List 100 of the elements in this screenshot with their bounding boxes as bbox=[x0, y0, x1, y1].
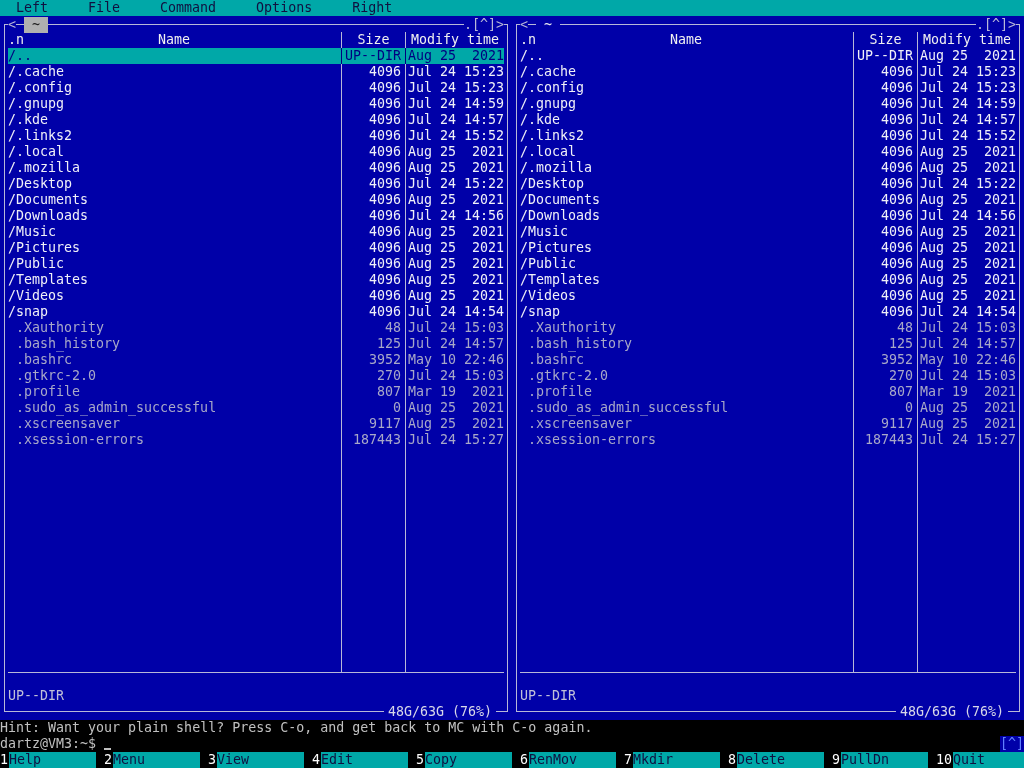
folder-name[interactable]: /.links2 bbox=[8, 128, 341, 144]
file-size: 4096 bbox=[853, 240, 917, 256]
file-name[interactable]: .xsession-errors bbox=[8, 432, 341, 448]
file-size: 4096 bbox=[853, 192, 917, 208]
file-name[interactable]: .xscreensaver bbox=[8, 416, 341, 432]
menu-item[interactable]: Command bbox=[152, 0, 225, 16]
modify-time: May 10 22:46 bbox=[405, 352, 504, 368]
folder-name[interactable]: /Videos bbox=[8, 288, 341, 304]
folder-name[interactable]: /.gnupg bbox=[8, 96, 341, 112]
folder-name[interactable]: /Music bbox=[520, 224, 853, 240]
selected-row[interactable]: /.. UP--DIR Aug 25 2021 bbox=[8, 48, 504, 64]
file-size: 4096 bbox=[853, 256, 917, 272]
folder-name[interactable]: /Documents bbox=[520, 192, 853, 208]
folder-name[interactable]: /.local bbox=[520, 144, 853, 160]
folder-name[interactable]: /.local bbox=[8, 144, 341, 160]
disk-usage: 48G/63G (76%) bbox=[895, 704, 1008, 720]
file-name[interactable]: .sudo_as_admin_successful bbox=[520, 400, 853, 416]
file-size: 4096 bbox=[853, 160, 917, 176]
folder-name[interactable]: /.config bbox=[8, 80, 341, 96]
folder-name[interactable]: /.. bbox=[8, 48, 341, 64]
folder-name[interactable]: /Public bbox=[520, 256, 853, 272]
file-name[interactable]: .profile bbox=[8, 384, 341, 400]
column-header[interactable]: Name bbox=[158, 32, 191, 48]
folder-name[interactable]: /Pictures bbox=[8, 240, 341, 256]
modify-time: Jul 24 15:03 bbox=[405, 368, 504, 384]
file-name[interactable]: .xscreensaver bbox=[520, 416, 853, 432]
file-name[interactable]: .xsession-errors bbox=[520, 432, 853, 448]
file-size: 4096 bbox=[341, 288, 405, 304]
modify-time: Aug 25 2021 bbox=[405, 224, 504, 240]
file-size: 270 bbox=[341, 368, 405, 384]
file-size: 4096 bbox=[853, 80, 917, 96]
folder-name[interactable]: /snap bbox=[8, 304, 341, 320]
file-size: 4096 bbox=[853, 128, 917, 144]
folder-name[interactable]: /Videos bbox=[520, 288, 853, 304]
modify-time: Jul 24 14:57 bbox=[405, 336, 504, 352]
file-size: 4096 bbox=[341, 112, 405, 128]
function-key[interactable]: 10Quit bbox=[936, 752, 1024, 768]
modify-time: Jul 24 14:57 bbox=[405, 112, 504, 128]
modify-time: Aug 25 2021 bbox=[917, 160, 1016, 176]
column-header[interactable]: Modify time bbox=[922, 32, 1012, 47]
panel-path: ~ bbox=[24, 17, 48, 33]
folder-name[interactable]: /Desktop bbox=[8, 176, 341, 192]
file-name[interactable]: .bash_history bbox=[520, 336, 853, 352]
folder-name[interactable]: /.mozilla bbox=[8, 160, 341, 176]
folder-name[interactable]: /snap bbox=[520, 304, 853, 320]
column-header[interactable]: Size bbox=[357, 32, 390, 47]
folder-name[interactable]: /Downloads bbox=[520, 208, 853, 224]
file-name[interactable]: .gtkrc-2.0 bbox=[8, 368, 341, 384]
menu-item[interactable]: Right bbox=[344, 0, 401, 16]
sort-indicator[interactable]: .n bbox=[520, 32, 536, 48]
folder-name[interactable]: /Templates bbox=[520, 272, 853, 288]
file-name[interactable]: .bashrc bbox=[520, 352, 853, 368]
folder-name[interactable]: /Pictures bbox=[520, 240, 853, 256]
menu-item[interactable]: Options bbox=[248, 0, 321, 16]
folder-name[interactable]: /.kde bbox=[8, 112, 341, 128]
file-name[interactable]: .bash_history bbox=[8, 336, 341, 352]
folder-name[interactable]: /.cache bbox=[520, 64, 853, 80]
modify-time: Jul 24 15:22 bbox=[917, 176, 1016, 192]
subshell-indicator[interactable]: [^] bbox=[999, 736, 1024, 752]
folder-name[interactable]: /.mozilla bbox=[520, 160, 853, 176]
modify-time: Jul 24 15:27 bbox=[405, 432, 504, 448]
modify-time: Aug 25 2021 bbox=[405, 48, 504, 64]
file-size: 4096 bbox=[341, 272, 405, 288]
folder-name[interactable]: /Documents bbox=[8, 192, 341, 208]
folder-name[interactable]: /.config bbox=[520, 80, 853, 96]
history-right-button[interactable]: .[^]> bbox=[463, 17, 504, 33]
file-name[interactable]: .Xauthority bbox=[8, 320, 341, 336]
modify-time: Aug 25 2021 bbox=[405, 144, 504, 160]
folder-name[interactable]: /Downloads bbox=[8, 208, 341, 224]
folder-name[interactable]: /Templates bbox=[8, 272, 341, 288]
folder-name[interactable]: /.links2 bbox=[520, 128, 853, 144]
folder-name[interactable]: /.kde bbox=[520, 112, 853, 128]
column-header[interactable]: Name bbox=[670, 32, 703, 48]
file-size: 4096 bbox=[853, 176, 917, 192]
file-size: 4096 bbox=[341, 240, 405, 256]
column-header[interactable]: Modify time bbox=[410, 32, 500, 47]
file-name[interactable]: .profile bbox=[520, 384, 853, 400]
modify-time: Aug 25 2021 bbox=[405, 416, 504, 432]
file-name[interactable]: .gtkrc-2.0 bbox=[520, 368, 853, 384]
modify-time: Jul 24 15:27 bbox=[917, 432, 1016, 448]
file-size: 807 bbox=[341, 384, 405, 400]
file-name[interactable]: .Xauthority bbox=[520, 320, 853, 336]
history-right-button[interactable]: .[^]> bbox=[975, 17, 1016, 33]
column-header[interactable]: Size bbox=[869, 32, 902, 47]
folder-name[interactable]: /Public bbox=[8, 256, 341, 272]
modify-time: Jul 24 14:54 bbox=[405, 304, 504, 320]
file-name[interactable]: .sudo_as_admin_successful bbox=[8, 400, 341, 416]
folder-name[interactable]: /.gnupg bbox=[520, 96, 853, 112]
modify-time: Jul 24 14:59 bbox=[917, 96, 1016, 112]
file-size: 4096 bbox=[341, 160, 405, 176]
folder-name[interactable]: /.. bbox=[520, 48, 853, 64]
folder-name[interactable]: /Music bbox=[8, 224, 341, 240]
folder-name[interactable]: /.cache bbox=[8, 64, 341, 80]
sort-indicator[interactable]: .n bbox=[8, 32, 24, 48]
modify-time: Aug 25 2021 bbox=[917, 240, 1016, 256]
menu-item[interactable]: File bbox=[80, 0, 129, 16]
file-size: 4096 bbox=[341, 192, 405, 208]
menu-item[interactable]: Left bbox=[8, 0, 57, 16]
file-name[interactable]: .bashrc bbox=[8, 352, 341, 368]
folder-name[interactable]: /Desktop bbox=[520, 176, 853, 192]
